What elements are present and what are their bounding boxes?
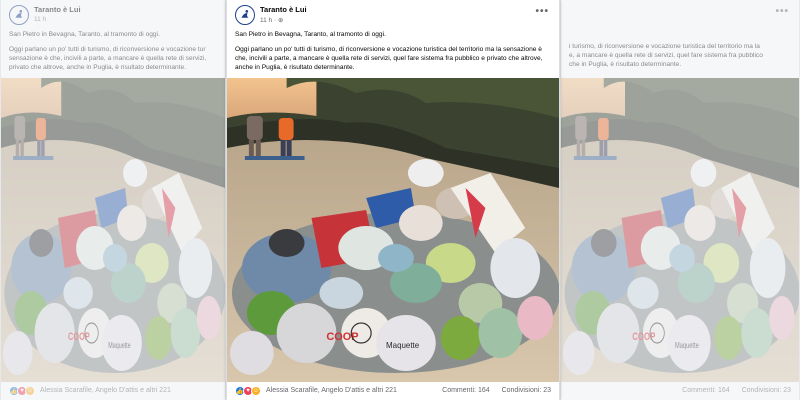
post-photo[interactable]: COOP Maquette <box>227 78 559 382</box>
post-footer: 👍 ♥ ☺ Alessia Scarafile, Angelo D'attis … <box>227 382 559 400</box>
post-time[interactable]: 11 h <box>34 16 46 23</box>
comments-count[interactable]: Commenti: 164 <box>442 387 489 394</box>
post-text: San Pietro in Bevagna, Taranto, al tramo… <box>1 30 225 72</box>
post-footer: 👍 ♥ ☺ Alessia Scarafile, Angelo D'attis … <box>1 382 225 400</box>
post-counts: Commenti: 164 Condivisioni: 23 <box>432 387 551 394</box>
post-footer: Commenti: 164 Condivisioni: 23 <box>561 382 799 400</box>
globe-icon: ⊕ <box>277 17 284 24</box>
post-time-text: 11 h <box>260 17 273 24</box>
more-options-icon[interactable]: ••• <box>535 6 549 17</box>
body-line: che in Puglia, è risultato determinante. <box>569 61 682 68</box>
beach-trash-image <box>1 78 225 382</box>
post-time[interactable]: 11 h · ⊕ <box>260 16 283 24</box>
shares-count[interactable]: Condivisioni: 23 <box>742 387 791 394</box>
page-avatar[interactable] <box>235 5 255 25</box>
post-card-right: ••• i turismo, di riconversione e vocazi… <box>560 0 800 400</box>
body-line: sensazione è che, incivili a parte, a ma… <box>9 55 207 62</box>
page-name[interactable]: Taranto è Lui <box>260 5 307 14</box>
post-text: San Pietro in Bevagna, Taranto, al tramo… <box>227 30 559 72</box>
post-header: Taranto è Lui 11 h · ⊕ ••• <box>227 0 559 30</box>
page-avatar[interactable] <box>9 5 29 25</box>
body-line: privato che altrove, anche in Puglia, è … <box>9 64 187 71</box>
location-line: San Pietro in Bevagna, Taranto, al tramo… <box>235 31 386 38</box>
post-card-left: Taranto è Lui 11 h San Pietro in Bevagna… <box>0 0 226 400</box>
post-body: Oggi parlano un po' tutti di turismo, di… <box>235 46 543 71</box>
body-line: e, a mancare è quella rete di servizi, q… <box>569 52 763 59</box>
location-line: San Pietro in Bevagna, Taranto, al tramo… <box>9 31 160 38</box>
post-counts: Commenti: 164 Condivisioni: 23 <box>672 387 791 394</box>
reaction-names[interactable]: Alessia Scarafile, Angelo D'attis e altr… <box>40 387 171 394</box>
post-photo[interactable] <box>561 78 799 382</box>
more-options-icon[interactable]: ••• <box>775 6 789 17</box>
post-photo[interactable] <box>1 78 225 382</box>
body-line: i turismo, di riconversione e vocazione … <box>569 43 760 50</box>
shares-count[interactable]: Condivisioni: 23 <box>502 387 551 394</box>
body-line: Oggi parlano un po' tutti di turismo, di… <box>9 46 206 53</box>
post-header: ••• <box>561 0 799 30</box>
care-icon: ☺ <box>251 386 261 396</box>
reactions[interactable]: 👍 ♥ ☺ <box>235 386 261 396</box>
post-header: Taranto è Lui 11 h <box>1 0 225 30</box>
reactions[interactable]: 👍 ♥ ☺ <box>9 386 35 396</box>
page-name[interactable]: Taranto è Lui <box>34 5 81 14</box>
beach-trash-image <box>561 78 799 382</box>
post-text: i turismo, di riconversione e vocazione … <box>561 30 799 69</box>
reaction-names[interactable]: Alessia Scarafile, Angelo D'attis e altr… <box>266 387 397 394</box>
beach-trash-image: COOP Maquette <box>227 78 559 382</box>
care-icon: ☺ <box>25 386 35 396</box>
comments-count[interactable]: Commenti: 164 <box>682 387 729 394</box>
post-card-main: Taranto è Lui 11 h · ⊕ ••• San Pietro in… <box>226 0 560 400</box>
